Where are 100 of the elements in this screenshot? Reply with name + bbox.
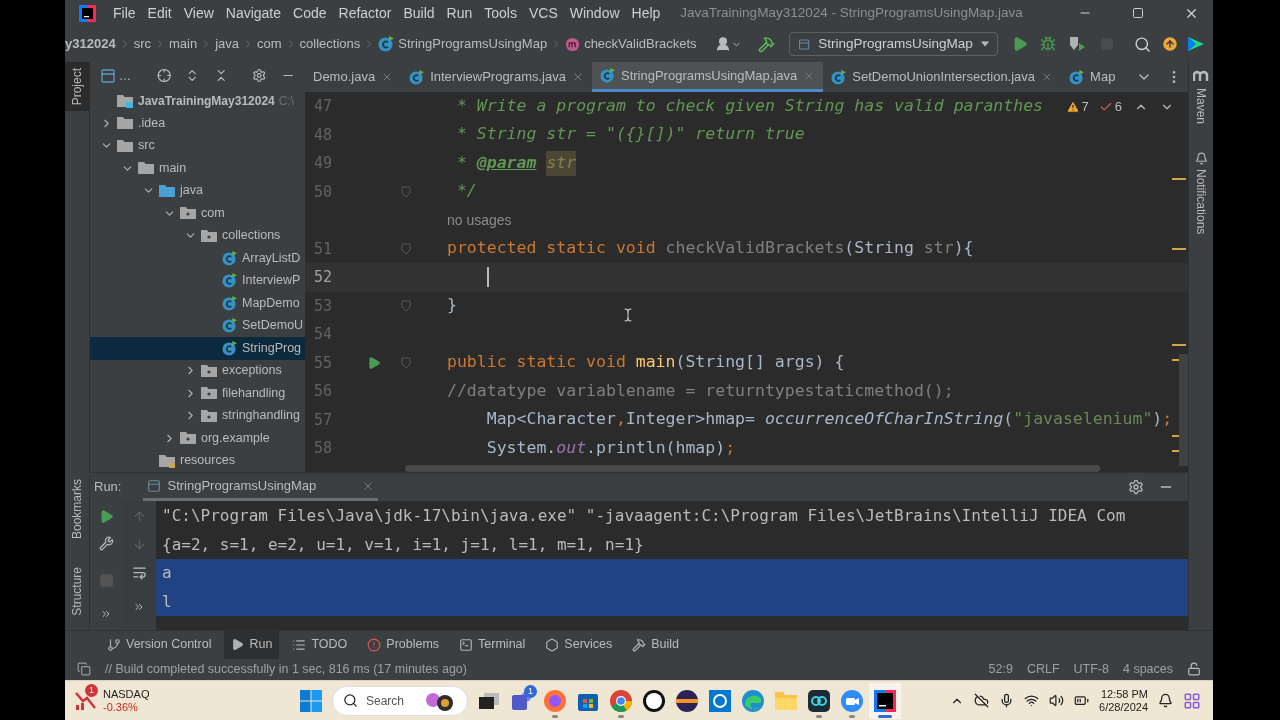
tree-item[interactable]: .idea — [90, 112, 305, 135]
menu-item[interactable]: Help — [631, 2, 661, 24]
maximize-icon[interactable] — [1132, 7, 1144, 19]
menu-item[interactable]: Run — [446, 2, 473, 24]
tool-window-button[interactable]: Run — [224, 630, 280, 659]
tool-window-button[interactable]: Terminal — [452, 630, 533, 659]
tool-window-button[interactable]: TODO — [285, 630, 355, 659]
more-icon[interactable] — [100, 608, 112, 620]
file-encoding[interactable]: UTF-8 — [1073, 659, 1109, 679]
more-icon[interactable] — [133, 601, 145, 613]
tree-item[interactable]: MapDemo — [90, 292, 305, 315]
breadcrumb[interactable]: collections — [299, 34, 361, 54]
menu-item[interactable]: Tools — [484, 2, 517, 24]
menu-item[interactable]: Edit — [147, 2, 172, 24]
side-tab[interactable]: Maven — [1192, 88, 1210, 125]
scrollbar-thumb[interactable] — [1179, 354, 1188, 466]
notification-icon[interactable] — [1158, 693, 1173, 708]
editor-tab[interactable]: Demo.java — [305, 62, 402, 92]
tree-item[interactable]: ArrayListD — [90, 247, 305, 270]
side-tab[interactable]: Structure — [64, 561, 90, 622]
locate-icon[interactable] — [157, 68, 172, 84]
windows-start-icon[interactable] — [299, 688, 323, 713]
side-tab[interactable]: Bookmarks — [64, 473, 90, 546]
breadcrumb[interactable]: com — [257, 34, 282, 54]
editor-tab[interactable]: Map — [1061, 62, 1124, 92]
run-config-dropdown[interactable]: StringProgramsUsingMap — [789, 32, 998, 56]
wrench-icon[interactable] — [98, 536, 114, 551]
circle-logo-icon[interactable] — [642, 688, 666, 713]
debug-icon[interactable] — [1040, 36, 1056, 52]
settings-icon[interactable] — [252, 68, 267, 84]
browser-icon[interactable] — [741, 688, 765, 713]
taskbar-search-field[interactable]: Search — [332, 685, 468, 716]
clock[interactable]: 12:58 PM 6/28/2024 — [1099, 687, 1148, 714]
run-icon[interactable] — [1012, 36, 1028, 52]
tool-window-button[interactable]: Problems — [360, 630, 447, 659]
breadcrumb[interactable]: StringProgramsUsingMap — [398, 34, 548, 54]
tree-item[interactable]: exceptions — [90, 359, 305, 382]
rerun-icon[interactable] — [98, 509, 114, 524]
run-gutter-icon[interactable] — [366, 355, 381, 370]
caret-position[interactable]: 52:9 — [988, 659, 1013, 679]
coverage-icon[interactable] — [1068, 36, 1086, 52]
view-selector[interactable]: … — [100, 66, 131, 85]
tree-item[interactable]: org.example — [90, 427, 305, 450]
menu-item[interactable]: Window — [569, 2, 620, 24]
tree-item[interactable]: resources — [90, 449, 305, 472]
breadcrumb[interactable]: src — [133, 34, 151, 54]
intellij-icon[interactable] — [873, 688, 897, 713]
ring-icon[interactable] — [708, 688, 732, 713]
tree-item[interactable]: java — [90, 179, 305, 202]
browser-icon[interactable] — [543, 688, 567, 713]
video-call-icon[interactable] — [840, 688, 864, 713]
copilot-icon[interactable] — [1183, 691, 1201, 710]
account-button[interactable] — [715, 36, 742, 52]
maven-icon[interactable] — [1193, 70, 1209, 82]
volume-icon[interactable] — [1049, 693, 1065, 708]
breadcrumb[interactable]: y312024 — [65, 34, 116, 54]
settings-icon[interactable] — [1128, 479, 1144, 495]
menu-item[interactable]: Code — [293, 2, 327, 24]
task-view-icon[interactable] — [478, 690, 500, 711]
menu-item[interactable]: Refactor — [338, 2, 392, 24]
tree-item[interactable]: stringhandling — [90, 404, 305, 427]
menu-item[interactable]: View — [183, 2, 214, 24]
tool-window-button[interactable]: Version Control — [100, 630, 219, 659]
breadcrumb[interactable]: java — [215, 34, 239, 54]
tree-item[interactable]: InterviewP — [90, 269, 305, 292]
tool-window-button[interactable]: Services — [538, 630, 620, 659]
horizontal-scrollbar[interactable] — [405, 464, 1100, 472]
browser-icon[interactable] — [609, 688, 633, 713]
side-tab[interactable]: Project — [64, 62, 90, 112]
breadcrumb[interactable]: main — [168, 34, 198, 54]
tree-item[interactable]: src — [90, 134, 305, 157]
menu-item[interactable]: Navigate — [225, 2, 282, 24]
wifi-icon[interactable] — [1024, 693, 1040, 708]
editor-tab[interactable]: StringProgramsUsingMap.java — [591, 62, 824, 92]
tree-item[interactable]: SetDemoU — [90, 314, 305, 337]
cloud-icon[interactable] — [974, 693, 990, 708]
app-icon[interactable] — [807, 688, 831, 713]
menu-item[interactable]: File — [113, 2, 136, 24]
update-icon[interactable] — [1161, 35, 1179, 53]
tree-item[interactable]: com — [90, 202, 305, 225]
microphone-icon[interactable] — [999, 693, 1015, 708]
hammer-icon[interactable] — [758, 35, 775, 53]
tool-window-button[interactable]: Build — [625, 630, 687, 659]
tree-item[interactable]: filehandling — [90, 382, 305, 405]
menu-item[interactable]: Build — [403, 2, 435, 24]
battery-icon[interactable] — [1074, 693, 1090, 708]
layout-icon[interactable] — [77, 662, 91, 676]
tree-item[interactable]: main — [90, 157, 305, 180]
editor-tab[interactable]: SetDemoUnionIntersection.java — [823, 62, 1062, 92]
menu-item[interactable]: VCS — [528, 2, 558, 24]
tree-item[interactable]: StringProg — [90, 337, 305, 360]
lock-icon[interactable] — [1187, 662, 1201, 676]
search-icon[interactable] — [1134, 35, 1151, 53]
editor-tab[interactable]: InterviewPrograms.java — [401, 62, 592, 92]
eclipse-icon[interactable] — [675, 688, 699, 713]
side-tab[interactable]: Notifications — [1192, 169, 1210, 235]
toolbox-icon[interactable] — [1187, 35, 1205, 53]
breadcrumb[interactable]: checkValidBrackets — [584, 34, 697, 54]
indent-setting[interactable]: 4 spaces — [1122, 659, 1173, 679]
soft-wrap-icon[interactable] — [131, 565, 147, 580]
